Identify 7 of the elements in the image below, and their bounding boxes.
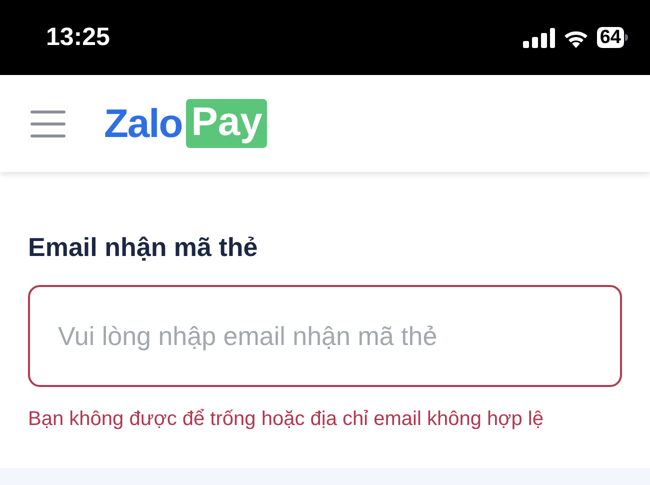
clock-time: 13:25 [46, 22, 110, 53]
email-field[interactable]: Vui lòng nhập email nhận mã thẻ [28, 285, 622, 387]
error-message: Bạn không được để trống hoặc địa chỉ email không hợp lệ [28, 407, 544, 432]
field-label: Email nhận mã thẻ [28, 231, 259, 264]
logo: Zalo Pay [104, 99, 268, 148]
menu-icon[interactable] [30, 110, 66, 138]
signal-icon [522, 28, 555, 48]
